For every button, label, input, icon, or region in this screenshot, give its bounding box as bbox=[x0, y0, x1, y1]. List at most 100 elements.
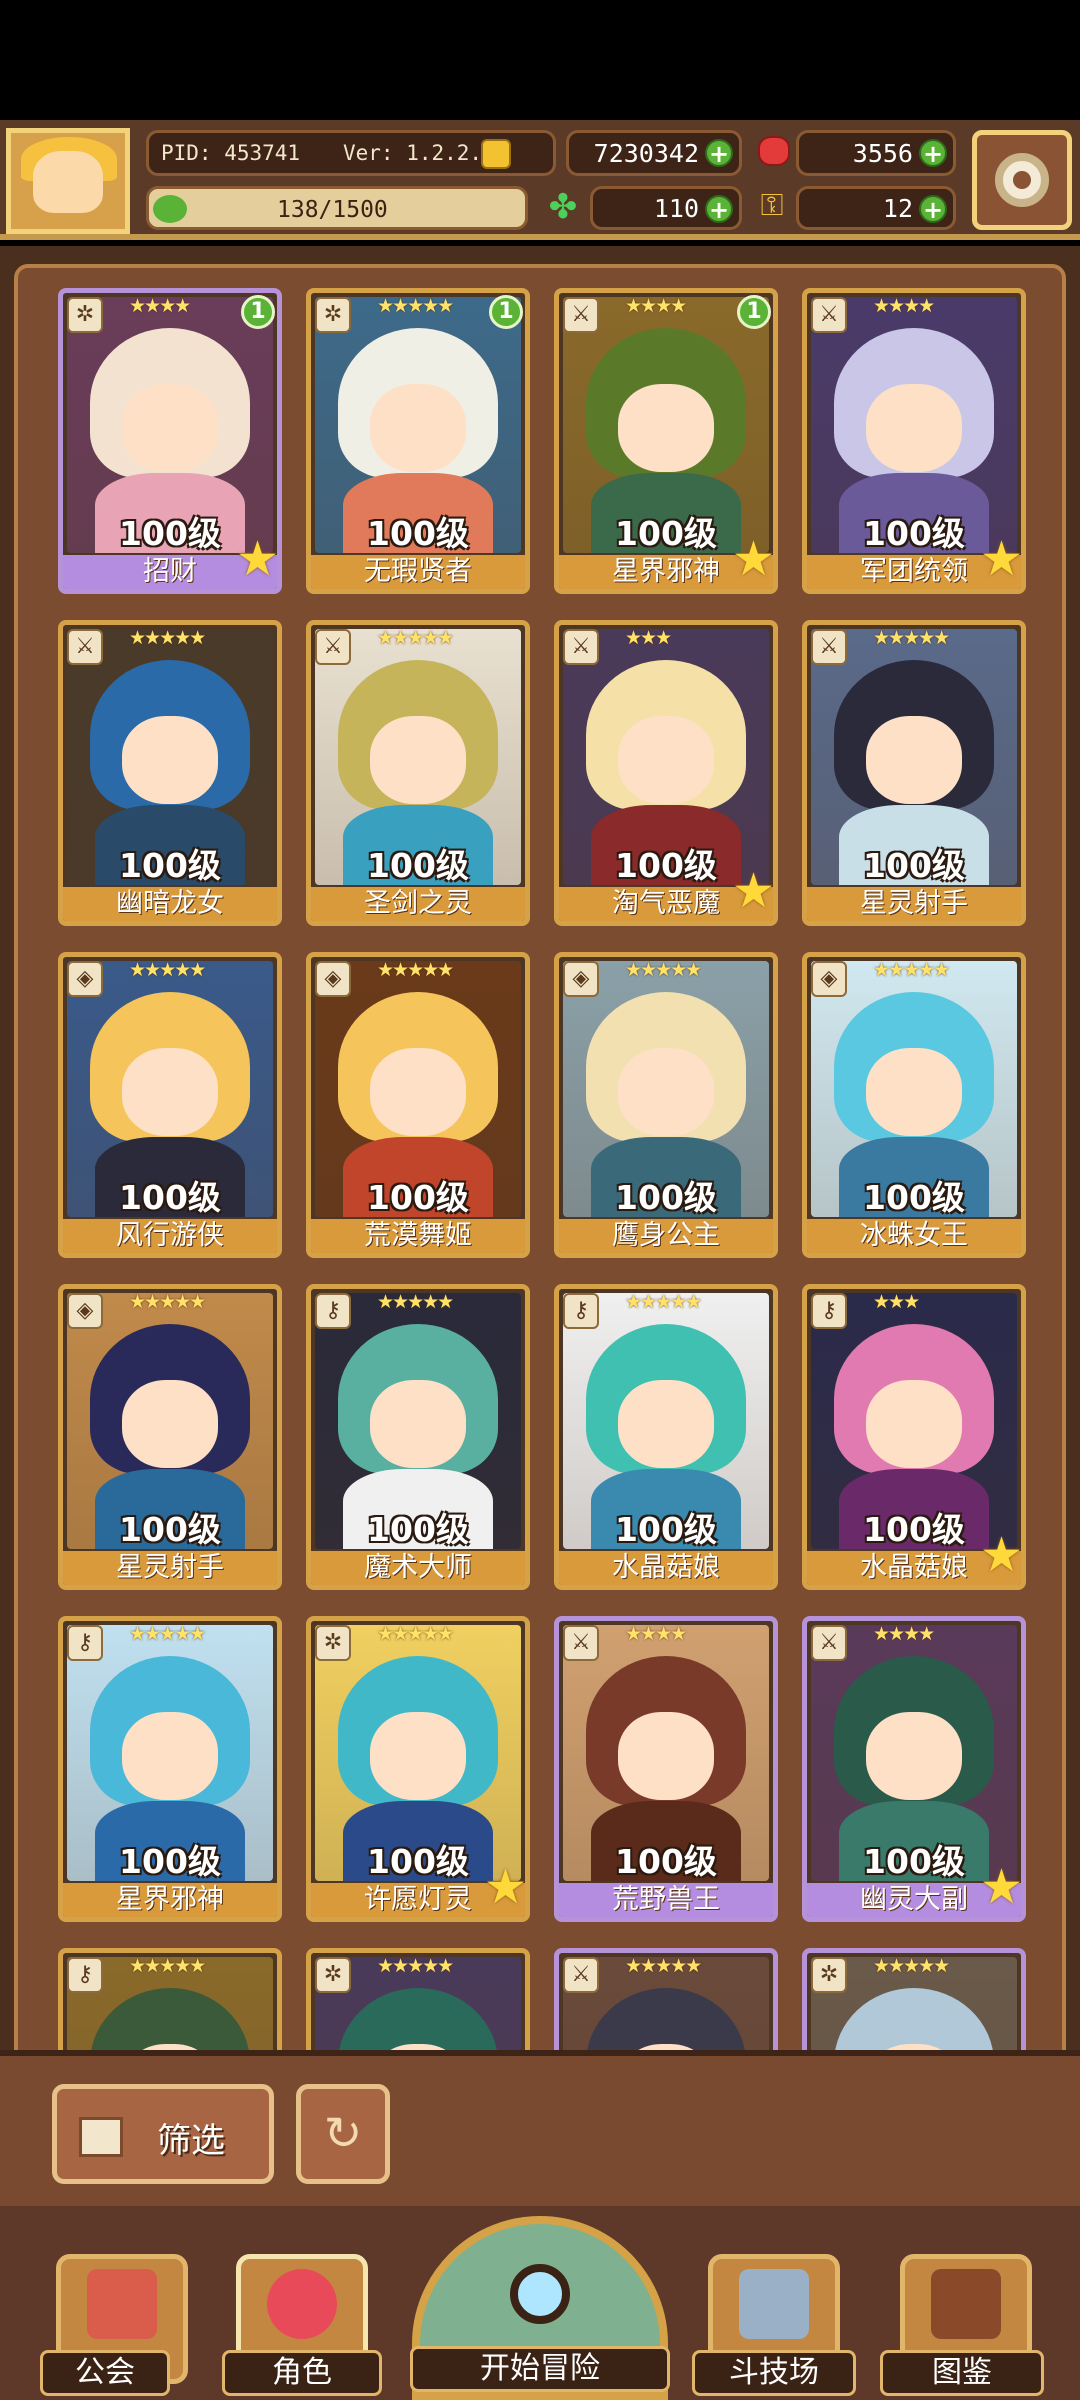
shield-icon: ◈ bbox=[811, 961, 847, 997]
character-name: 鹰身公主 bbox=[559, 1219, 773, 1253]
guild-icon bbox=[87, 2269, 157, 2339]
character-card[interactable]: ⚔ ★★★★ 100级 荒野兽王 bbox=[554, 1616, 778, 1922]
rarity-stars: ★★★★★ bbox=[625, 1955, 702, 1977]
grid-icon bbox=[79, 2117, 123, 2157]
shield-icon: ◈ bbox=[563, 961, 599, 997]
character-name: 无瑕贤者 bbox=[311, 555, 525, 589]
shield-icon: ◈ bbox=[315, 961, 351, 997]
sword-icon: ⚔ bbox=[811, 297, 847, 333]
character-card[interactable]: ⚔ ★★★★★ 100级 星灵射手 bbox=[802, 620, 1026, 926]
portrait-face bbox=[866, 716, 962, 805]
player-id: PID: 453741 bbox=[161, 141, 301, 165]
character-card[interactable]: ⚔ ★★★ 100级 淘气恶魔 ★ bbox=[554, 620, 778, 926]
character-card[interactable]: ✲ ★★★★★ 1 100级 无瑕贤者 bbox=[306, 288, 530, 594]
character-card[interactable]: ⚷ ★★★★★ 100级 魔术大师 bbox=[306, 1284, 530, 1590]
gear-icon: ✲ bbox=[315, 1957, 351, 1993]
sword-icon: ⚔ bbox=[563, 629, 599, 665]
character-card[interactable]: ◈ ★★★★★ 100级 星灵射手 bbox=[58, 1284, 282, 1590]
portrait-face bbox=[866, 1380, 962, 1469]
character-card[interactable]: ◈ ★★★★★ 100级 荒漠舞姬 bbox=[306, 952, 530, 1258]
favorite-star-icon: ★ bbox=[979, 1527, 1023, 1583]
add-key-button[interactable]: + bbox=[919, 195, 947, 223]
portrait-face bbox=[866, 1712, 962, 1801]
nav-character-label: 角色 bbox=[222, 2350, 382, 2396]
character-card[interactable]: ⚷ ★★★ 100级 水晶菇娘 ★ bbox=[802, 1284, 1026, 1590]
portrait-face bbox=[370, 384, 466, 473]
character-name: 星灵射手 bbox=[807, 887, 1021, 921]
filter-label: 筛选 bbox=[157, 2121, 225, 2161]
rarity-stars: ★★★★★ bbox=[625, 959, 702, 981]
portrait-face bbox=[122, 384, 218, 473]
sword-icon: ⚔ bbox=[563, 1625, 599, 1661]
character-card[interactable]: ⚔ ★★★★ 100级 军团统领 ★ bbox=[802, 288, 1026, 594]
portrait-face bbox=[618, 384, 714, 473]
portrait-face bbox=[122, 1712, 218, 1801]
character-name: 荒漠舞姬 bbox=[311, 1219, 525, 1253]
sword-icon: ⚔ bbox=[811, 1625, 847, 1661]
rarity-stars: ★★★★★ bbox=[377, 1291, 454, 1313]
refresh-icon: ↻ bbox=[323, 2106, 363, 2160]
sword-icon: ⚔ bbox=[811, 629, 847, 665]
stamina-icon bbox=[153, 195, 187, 223]
rarity-stars: ★★★★★ bbox=[377, 295, 454, 317]
character-card[interactable]: ✲ ★★★★★ bbox=[306, 1948, 530, 2060]
character-card[interactable]: ⚔ ★★★★★ 100级 幽暗龙女 bbox=[58, 620, 282, 926]
character-level: 100级 bbox=[367, 1178, 469, 1217]
add-gold-button[interactable]: + bbox=[705, 139, 733, 167]
character-card[interactable]: ⚔ ★★★★ 100级 幽灵大副 ★ bbox=[802, 1616, 1026, 1922]
character-card[interactable]: ⚷ ★★★★★ bbox=[58, 1948, 282, 2060]
clover-icon: ✤ bbox=[548, 187, 578, 227]
add-clover-button[interactable]: + bbox=[705, 195, 733, 223]
rarity-stars: ★★★★★ bbox=[377, 627, 454, 649]
character-card[interactable]: ⚷ ★★★★★ 100级 水晶菇娘 bbox=[554, 1284, 778, 1590]
character-card[interactable]: ◈ ★★★★★ 100级 冰蛛女王 bbox=[802, 952, 1026, 1258]
character-level: 100级 bbox=[367, 1510, 469, 1549]
nav-codex-label: 图鉴 bbox=[880, 2350, 1044, 2396]
character-card[interactable]: ◈ ★★★★★ 100级 鹰身公主 bbox=[554, 952, 778, 1258]
key-icon: ⚷ bbox=[67, 1625, 103, 1661]
character-level: 100级 bbox=[367, 514, 469, 553]
sword-icon: ⚔ bbox=[315, 629, 351, 665]
portrait-face bbox=[370, 1380, 466, 1469]
favorite-star-icon: ★ bbox=[235, 531, 279, 587]
rarity-stars: ★★★★★ bbox=[625, 1291, 702, 1313]
rarity-stars: ★★★★★ bbox=[377, 1955, 454, 1977]
player-avatar[interactable] bbox=[6, 128, 130, 234]
settings-button[interactable] bbox=[972, 130, 1072, 230]
stamina-bar: 138/1500 bbox=[146, 186, 528, 230]
key-icon: ⚿ bbox=[760, 188, 784, 223]
character-level: 100级 bbox=[615, 1178, 717, 1217]
character-level: 100级 bbox=[119, 1178, 221, 1217]
book-icon bbox=[931, 2269, 1001, 2339]
character-card[interactable]: ✲ ★★★★★ bbox=[802, 1948, 1026, 2060]
notification-badge: 1 bbox=[489, 295, 523, 329]
character-card[interactable]: ◈ ★★★★★ 100级 风行游侠 bbox=[58, 952, 282, 1258]
gold-bar: 7230342 + bbox=[566, 130, 742, 176]
stamina-value: 138/1500 bbox=[277, 197, 388, 223]
rarity-stars: ★★★ bbox=[625, 627, 672, 649]
sword-icon: ⚔ bbox=[563, 1957, 599, 1993]
add-gem-button[interactable]: + bbox=[919, 139, 947, 167]
portrait-face bbox=[122, 1048, 218, 1137]
clover-amount: 110 bbox=[653, 194, 699, 223]
character-card[interactable]: ✲ ★★★★★ 100级 许愿灯灵 ★ bbox=[306, 1616, 530, 1922]
character-card[interactable]: ✲ ★★★★ 1 100级 招财 ★ bbox=[58, 288, 282, 594]
filter-button[interactable]: 筛选 bbox=[52, 2084, 274, 2184]
character-card[interactable]: ⚔ ★★★★★ 100级 圣剑之灵 bbox=[306, 620, 530, 926]
character-card[interactable]: ⚷ ★★★★★ 100级 星界邪神 bbox=[58, 1616, 282, 1922]
character-card[interactable]: ⚔ ★★★★ 1 100级 星界邪神 ★ bbox=[554, 288, 778, 594]
character-card[interactable]: ⚔ ★★★★★ bbox=[554, 1948, 778, 2060]
character-panel: ✲ ★★★★ 1 100级 招财 ★ ✲ ★★★★★ 1 100级 无瑕贤者 ⚔ ★★★★ 1 100级 星界… bbox=[0, 246, 1080, 2064]
gear-icon: ✲ bbox=[811, 1957, 847, 1993]
nav-guild-label: 公会 bbox=[40, 2350, 170, 2396]
key-icon: ⚷ bbox=[811, 1293, 847, 1329]
gem-icon bbox=[758, 136, 790, 166]
character-name: 冰蛛女王 bbox=[807, 1219, 1021, 1253]
rarity-stars: ★★★★★ bbox=[129, 1623, 206, 1645]
rarity-stars: ★★★ bbox=[873, 1291, 920, 1313]
notification-badge: 1 bbox=[737, 295, 771, 329]
portrait-face bbox=[866, 1048, 962, 1137]
portrait-face bbox=[370, 1712, 466, 1801]
character-name: 星灵射手 bbox=[63, 1551, 277, 1585]
refresh-button[interactable]: ↻ bbox=[296, 2084, 390, 2184]
